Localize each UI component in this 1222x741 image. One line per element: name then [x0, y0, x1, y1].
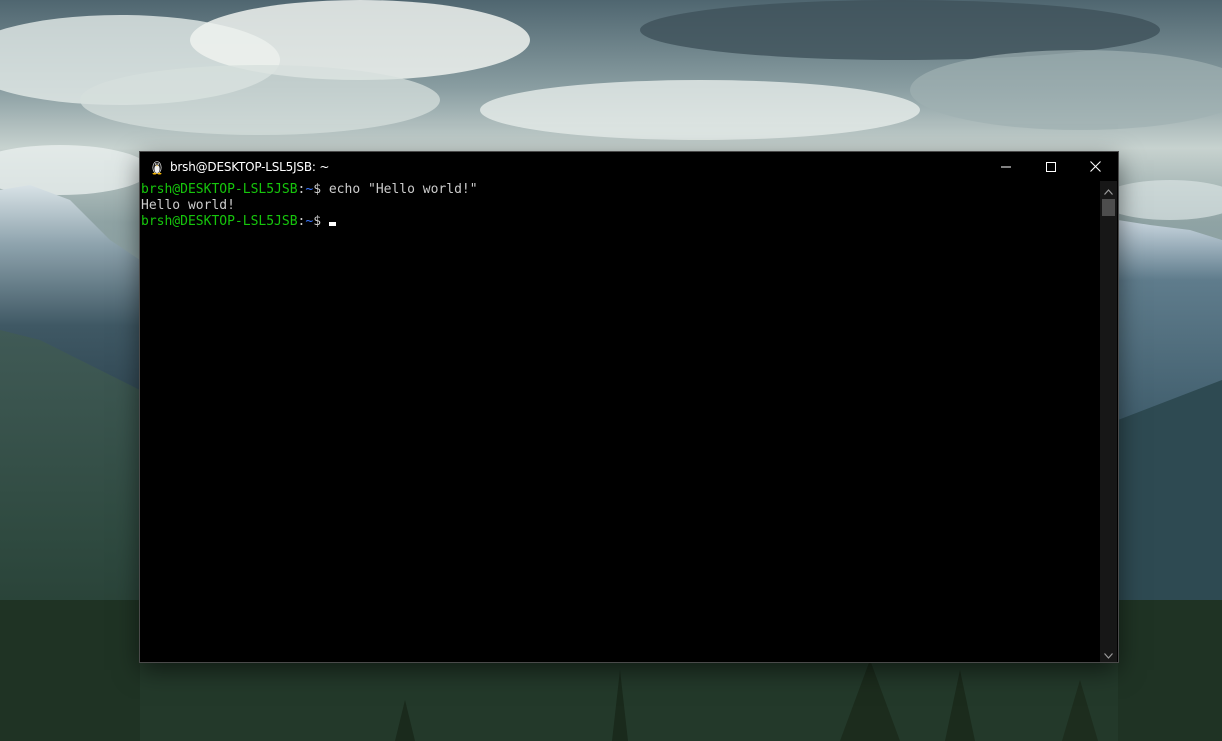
- tux-penguin-icon: [149, 159, 165, 175]
- terminal-line-command: brsh@DESKTOP-LSL5JSB:~$ echo "Hello worl…: [141, 182, 1100, 198]
- vertical-scrollbar[interactable]: [1100, 181, 1117, 662]
- terminal-line-output: Hello world!: [141, 198, 235, 213]
- minimize-icon: [1000, 157, 1011, 176]
- close-icon: [1090, 157, 1101, 176]
- prompt-symbol: $: [313, 214, 322, 229]
- terminal-line-prompt: brsh@DESKTOP-LSL5JSB:~$: [141, 214, 1100, 230]
- scroll-down-button[interactable]: [1100, 645, 1117, 662]
- scroll-down-arrow-icon: [1104, 644, 1113, 663]
- window-controls: [983, 152, 1118, 181]
- minimize-button[interactable]: [983, 152, 1028, 181]
- terminal-window: brsh@DESKTOP-LSL5JSB: ~ brsh@DESKTOP-LSL…: [140, 152, 1118, 662]
- maximize-button[interactable]: [1028, 152, 1073, 181]
- prompt-user-host: brsh@DESKTOP-LSL5JSB: [141, 214, 298, 229]
- command-input[interactable]: [321, 214, 329, 229]
- scroll-up-arrow-icon: [1104, 180, 1113, 199]
- close-button[interactable]: [1073, 152, 1118, 181]
- title-bar[interactable]: brsh@DESKTOP-LSL5JSB: ~: [140, 152, 1118, 181]
- desktop-wallpaper: brsh@DESKTOP-LSL5JSB: ~ brsh@DESKTOP-LSL…: [0, 0, 1222, 741]
- prompt-user-host: brsh@DESKTOP-LSL5JSB: [141, 182, 298, 197]
- prompt-symbol: $: [313, 182, 322, 197]
- scroll-up-button[interactable]: [1100, 181, 1117, 198]
- window-title: brsh@DESKTOP-LSL5JSB: ~: [170, 159, 330, 174]
- text-cursor: [328, 222, 336, 226]
- terminal-output-area[interactable]: brsh@DESKTOP-LSL5JSB:~$ echo "Hello worl…: [140, 181, 1100, 662]
- scroll-thumb[interactable]: [1102, 199, 1115, 216]
- command-text: echo "Hello world!": [321, 182, 478, 197]
- maximize-icon: [1045, 157, 1056, 176]
